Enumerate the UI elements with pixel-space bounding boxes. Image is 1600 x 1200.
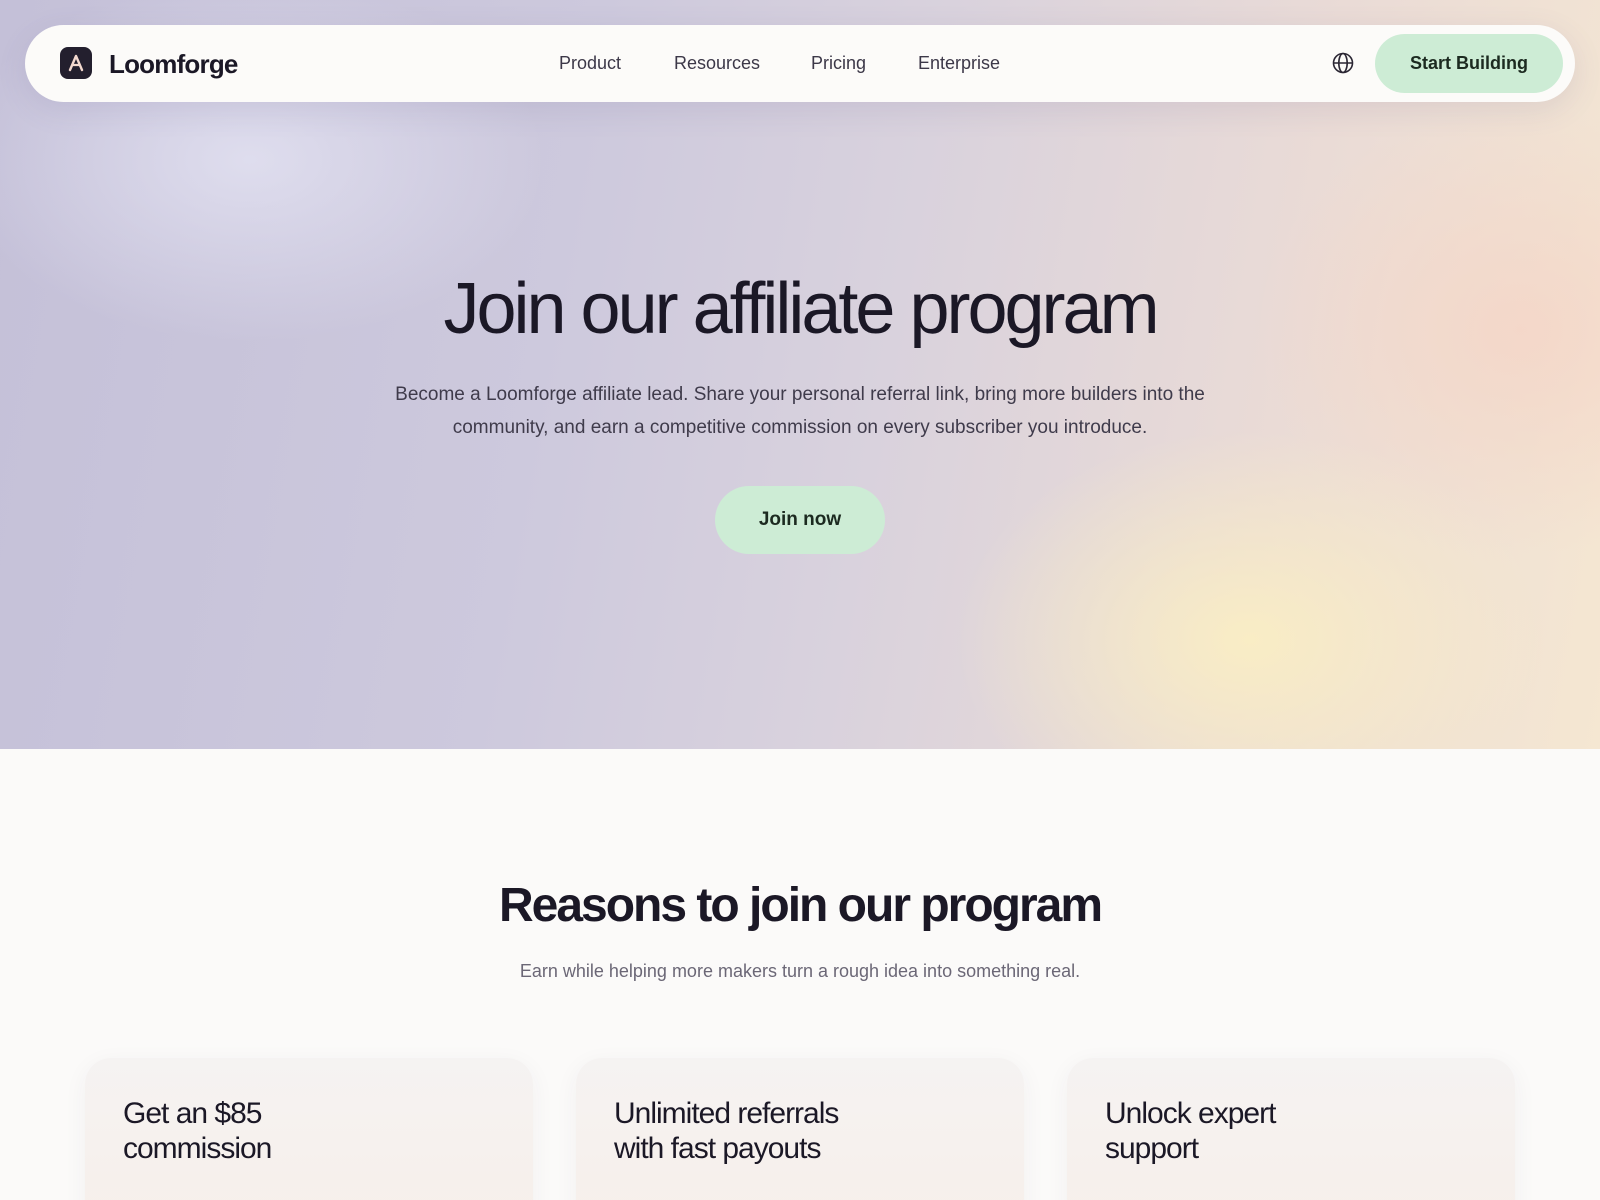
reasons-subtitle: Earn while helping more makers turn a ro… [519,961,1081,981]
top-navbar: Loomforge Product Resources Pricing Ente… [25,25,1575,102]
nav-link-resources[interactable]: Resources [674,53,760,74]
hero-subtitle: Become a Loomforge affiliate lead. Share… [350,378,1250,444]
reason-card-support: Unlock expert support [1067,1058,1515,1200]
card-title-line2: support [1105,1132,1199,1165]
card-title-line1: Get an $85 [123,1097,262,1130]
reason-card-title: Unlimited referrals with fast payouts [614,1096,934,1166]
reason-card-title: Get an $85 commission [123,1096,443,1166]
globe-icon[interactable] [1331,51,1355,75]
reason-card-commission: Get an $85 commission [85,1058,533,1200]
nav-link-enterprise[interactable]: Enterprise [918,53,1000,74]
brand-name[interactable]: Loomforge [109,49,238,80]
card-title-line2: with fast payouts [614,1132,821,1165]
join-now-button[interactable]: Join now [715,486,885,554]
nav-link-pricing[interactable]: Pricing [811,53,866,74]
card-title-line1: Unlock expert [1105,1097,1276,1130]
logo-a-glyph [68,54,84,72]
hero-section: Loomforge Product Resources Pricing Ente… [0,0,1600,749]
reason-card-referrals: Unlimited referrals with fast payouts [576,1058,1024,1200]
page-title: Join our affiliate program [443,269,1159,349]
card-title-line1: Unlimited referrals [614,1097,839,1130]
reason-card-title: Unlock expert support [1105,1096,1425,1166]
hero-subtitle-line1: Become a Loomforge affiliate lead. Share… [395,384,1205,405]
hero-subtitle-line2: community, and earn a competitive commis… [452,417,1148,438]
logo-icon[interactable] [60,47,92,79]
card-title-line2: commission [123,1132,272,1165]
start-building-button[interactable]: Start Building [1375,34,1563,93]
reasons-title: Reasons to join our program [498,879,1103,932]
nav-link-product[interactable]: Product [559,53,621,74]
